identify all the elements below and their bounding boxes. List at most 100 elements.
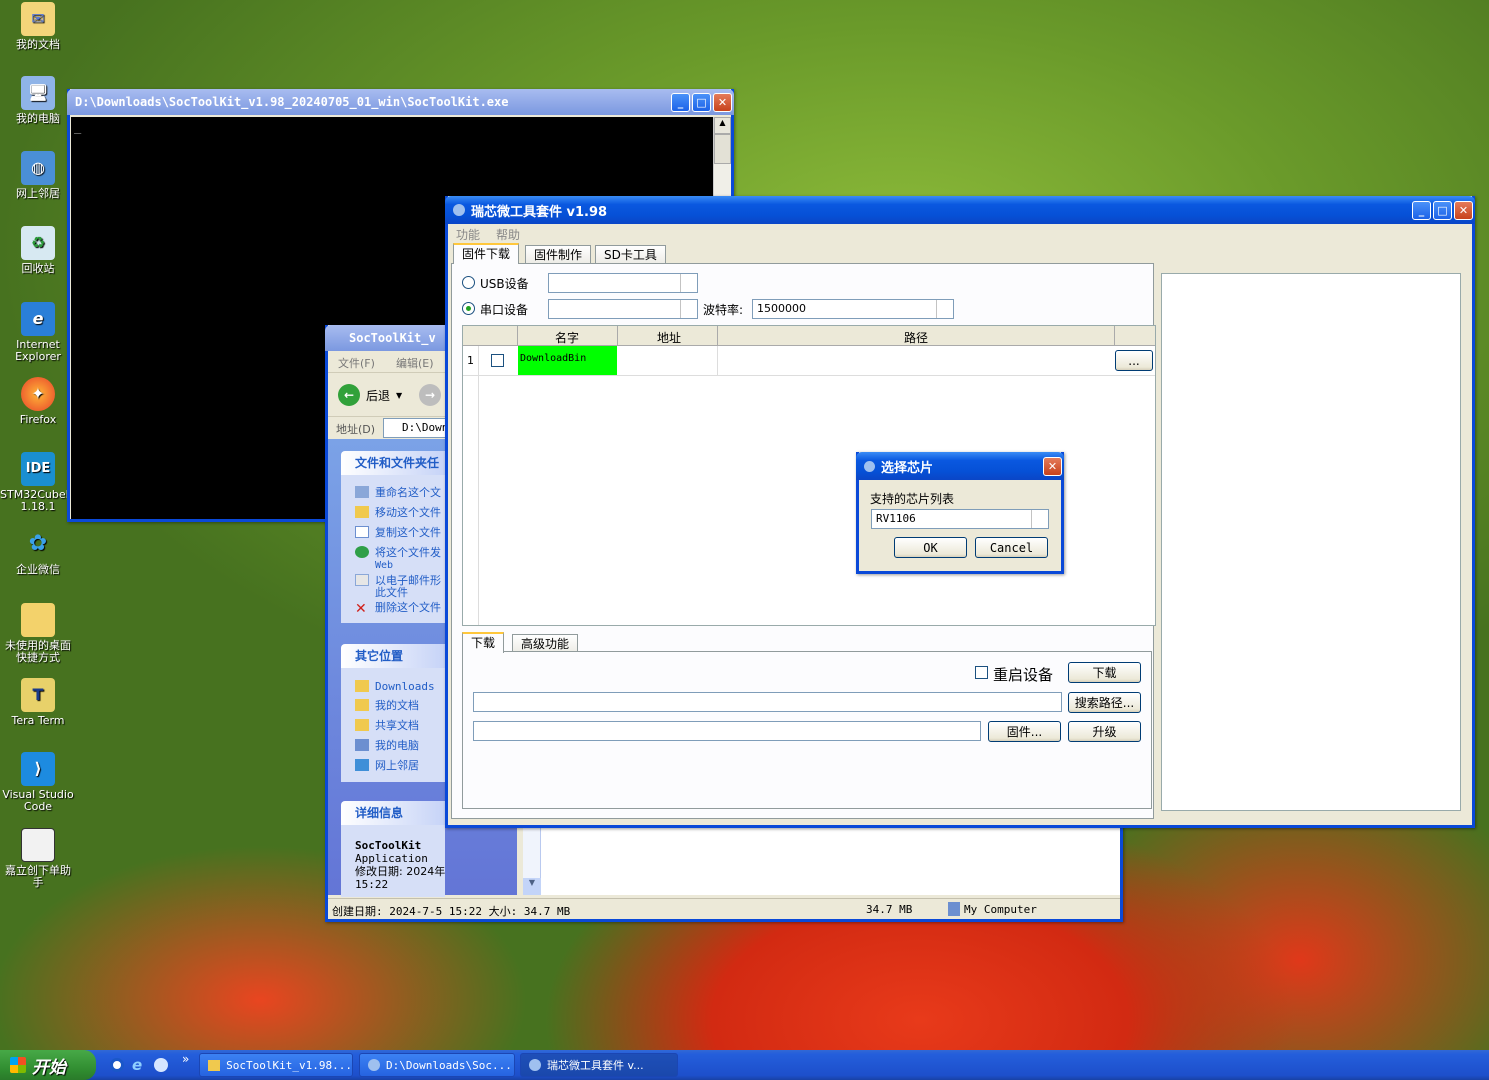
- tab-firmware-download[interactable]: 固件下载: [453, 243, 520, 264]
- download-button[interactable]: 下载: [1068, 662, 1141, 683]
- dialog-close-button[interactable]: ✕: [1043, 456, 1062, 476]
- serial-device-combo[interactable]: [548, 299, 698, 319]
- quicklaunch-browser-icon[interactable]: [154, 1058, 168, 1072]
- email-icon: [355, 574, 369, 586]
- cancel-button[interactable]: Cancel: [975, 537, 1048, 558]
- dialog-titlebar[interactable]: 选择芯片 ✕: [856, 452, 1064, 480]
- tab-download[interactable]: 下载: [462, 632, 505, 653]
- task-delete[interactable]: ✕ 删除这个文件: [355, 602, 441, 617]
- menu-function[interactable]: 功能: [456, 226, 480, 243]
- place-my-computer[interactable]: 我的电脑: [355, 739, 419, 752]
- search-path-button[interactable]: 搜索路径...: [1068, 692, 1141, 713]
- app-titlebar[interactable]: 瑞芯微工具套件 v1.98 _ □ ✕: [445, 196, 1475, 224]
- desktop-icon-vscode[interactable]: ⟩ Visual Studio Code: [0, 752, 76, 813]
- network-places-icon: [355, 759, 369, 771]
- firmware-button[interactable]: 固件...: [988, 721, 1061, 742]
- menu-file[interactable]: 文件(F): [338, 355, 375, 371]
- serial-device-label: 串口设备: [480, 303, 529, 317]
- back-button[interactable]: ← 后退 ▼: [338, 382, 402, 408]
- quicklaunch-ie-icon[interactable]: e: [132, 1056, 142, 1074]
- status-size: 34.7 MB: [866, 903, 913, 916]
- chip-select-dialog[interactable]: 选择芯片 ✕ 支持的芯片列表 RV1106 OK Cancel: [856, 452, 1064, 574]
- usb-device-radio[interactable]: [462, 276, 475, 289]
- chevron-down-icon[interactable]: [936, 300, 953, 318]
- tab-firmware-make[interactable]: 固件制作: [525, 245, 592, 264]
- place-network[interactable]: 网上邻居: [355, 759, 419, 772]
- taskbar-console[interactable]: D:\Downloads\Soc...: [359, 1053, 515, 1077]
- details-header[interactable]: 详细信息: [341, 801, 445, 825]
- quicklaunch-media-icon[interactable]: [110, 1058, 124, 1072]
- desktop-icon-network[interactable]: ◍ 网上邻居: [0, 151, 76, 200]
- menu-help[interactable]: 帮助: [496, 226, 520, 243]
- explorer-file-area[interactable]: [523, 825, 1120, 895]
- taskbar-app[interactable]: 瑞芯微工具套件 v...: [520, 1053, 678, 1077]
- desktop-icon-jlc[interactable]: 嘉立创下单助手: [0, 828, 76, 889]
- place-my-documents[interactable]: 我的文档: [355, 699, 419, 712]
- folder-icon: [208, 1059, 221, 1071]
- tab-sd-tool[interactable]: SD卡工具: [595, 245, 666, 264]
- desktop-icon-tera-term[interactable]: T Tera Term: [0, 678, 76, 727]
- place-downloads[interactable]: Downloads: [355, 680, 435, 693]
- places-header[interactable]: 其它位置: [341, 644, 445, 668]
- chevron-down-icon[interactable]: [1031, 510, 1048, 528]
- browse-button[interactable]: ...: [1115, 350, 1153, 371]
- download-path-field[interactable]: [473, 692, 1062, 712]
- usb-device-combo[interactable]: [548, 273, 698, 293]
- taskbar-explorer[interactable]: SocToolKit_v1.98...: [199, 1053, 353, 1077]
- col-path: 路径: [904, 331, 929, 345]
- close-button[interactable]: ✕: [1454, 200, 1473, 220]
- scroll-down-button[interactable]: ▼: [523, 878, 541, 895]
- task-copy[interactable]: 复制这个文件: [355, 526, 441, 539]
- my-documents-icon: ✉: [21, 2, 55, 36]
- minimize-button[interactable]: _: [671, 92, 690, 112]
- desktop-icon-recycle-bin[interactable]: ♻ 回收站: [0, 226, 76, 275]
- desktop-icon-firefox[interactable]: ✦ Firefox: [0, 377, 76, 426]
- desktop-icon-wecom[interactable]: ✿ 企业微信: [0, 527, 76, 576]
- task-move[interactable]: 移动这个文件: [355, 506, 441, 519]
- desktop-icon-my-documents[interactable]: ✉ 我的文档: [0, 2, 76, 51]
- status-info: 创建日期: 2024-7-5 15:22 大小: 34.7 MB: [332, 905, 571, 918]
- row-checkbox[interactable]: [491, 354, 504, 367]
- console-titlebar[interactable]: D:\Downloads\SocToolKit_v1.98_20240705_0…: [67, 89, 734, 115]
- baud-combo[interactable]: 1500000: [752, 299, 954, 319]
- firmware-path-field[interactable]: [473, 721, 981, 741]
- scroll-up-button[interactable]: ▲: [714, 117, 731, 134]
- serial-device-radio[interactable]: [462, 302, 475, 315]
- start-button[interactable]: 开始: [0, 1050, 96, 1080]
- task-email[interactable]: 以电子邮件形 此文件: [355, 574, 441, 599]
- move-icon: [355, 506, 369, 518]
- explorer-scrollbar[interactable]: ▼: [523, 825, 541, 895]
- details-name: SocToolKit: [355, 839, 422, 852]
- task-rename[interactable]: 重命名这个文: [355, 486, 441, 499]
- chevron-down-icon[interactable]: [680, 274, 697, 292]
- chip-combo[interactable]: RV1106: [871, 509, 1049, 529]
- row-name-cell[interactable]: DownloadBin: [518, 346, 617, 375]
- maximize-button[interactable]: □: [692, 92, 711, 112]
- quicklaunch-chevron[interactable]: »: [182, 1052, 189, 1066]
- place-shared-documents[interactable]: 共享文档: [355, 719, 419, 732]
- forward-arrow-icon[interactable]: →: [419, 384, 441, 406]
- scroll-thumb[interactable]: [714, 134, 731, 164]
- desktop-icon-ie[interactable]: e Internet Explorer: [0, 302, 76, 363]
- menu-edit[interactable]: 编辑(E): [396, 355, 434, 371]
- row-index: 1: [467, 354, 474, 367]
- back-arrow-icon: ←: [338, 384, 360, 406]
- table-row[interactable]: 1 DownloadBin ...: [463, 346, 1155, 376]
- my-documents-icon: [355, 699, 369, 711]
- my-computer-icon: 🖥: [21, 76, 55, 110]
- desktop-icon-unused-shortcuts[interactable]: 未使用的桌面快捷方式: [0, 603, 76, 664]
- maximize-button[interactable]: □: [1433, 200, 1452, 220]
- ok-button[interactable]: OK: [894, 537, 967, 558]
- reboot-checkbox[interactable]: [975, 666, 988, 679]
- upgrade-button[interactable]: 升级: [1068, 721, 1141, 742]
- close-button[interactable]: ✕: [713, 92, 732, 112]
- address-field[interactable]: D:\Down: [383, 418, 453, 438]
- minimize-button[interactable]: _: [1412, 200, 1431, 220]
- back-dropdown-icon[interactable]: ▼: [396, 391, 402, 400]
- tasks-header[interactable]: 文件和文件夹任: [341, 451, 445, 475]
- desktop-icon-my-computer[interactable]: 🖥 我的电脑: [0, 76, 76, 125]
- log-panel[interactable]: [1161, 273, 1461, 811]
- task-publish-web[interactable]: 将这个文件发 Web: [355, 546, 441, 572]
- desktop-icon-stm32[interactable]: IDE STM32CubeIDE 1.18.1: [0, 452, 84, 513]
- chevron-down-icon[interactable]: [680, 300, 697, 318]
